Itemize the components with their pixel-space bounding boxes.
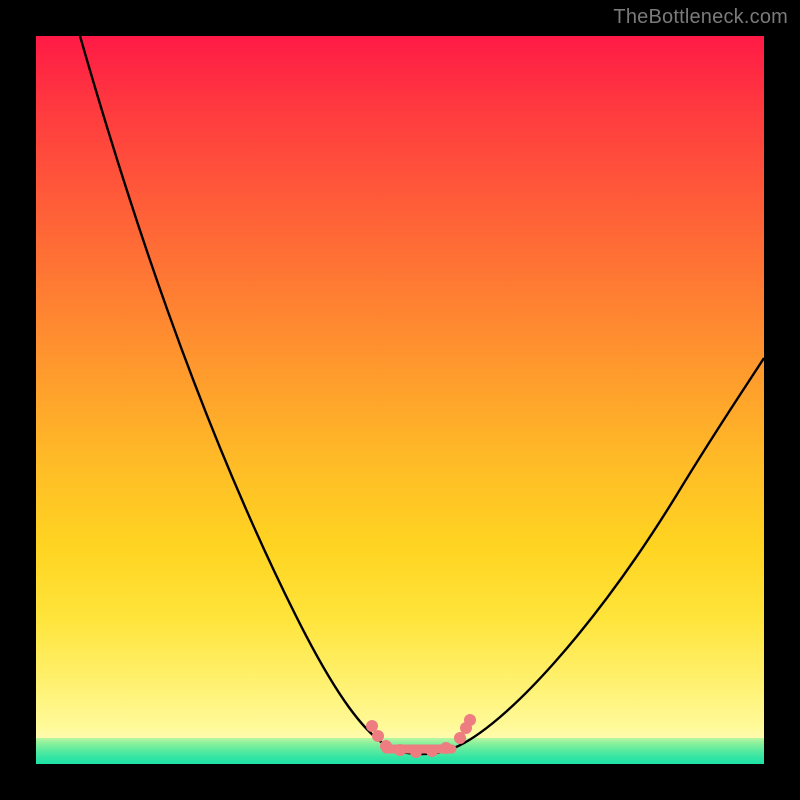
- balanced-marker-dot: [366, 720, 378, 732]
- bottleneck-curve-left: [80, 36, 391, 748]
- balanced-marker-dot: [410, 746, 422, 758]
- plot-area: [36, 36, 764, 764]
- balanced-marker-dot: [426, 745, 438, 757]
- balanced-marker-dot: [454, 732, 466, 744]
- balanced-marker-dot: [380, 740, 392, 752]
- bottleneck-curve-svg: [36, 36, 764, 764]
- balanced-marker-dot: [394, 744, 406, 756]
- balanced-marker-dot: [440, 742, 452, 754]
- balanced-marker-dot: [372, 730, 384, 742]
- bottleneck-curve-right: [454, 358, 764, 748]
- chart-frame: TheBottleneck.com: [0, 0, 800, 800]
- balanced-marker-dot: [464, 714, 476, 726]
- watermark-label: TheBottleneck.com: [613, 6, 788, 29]
